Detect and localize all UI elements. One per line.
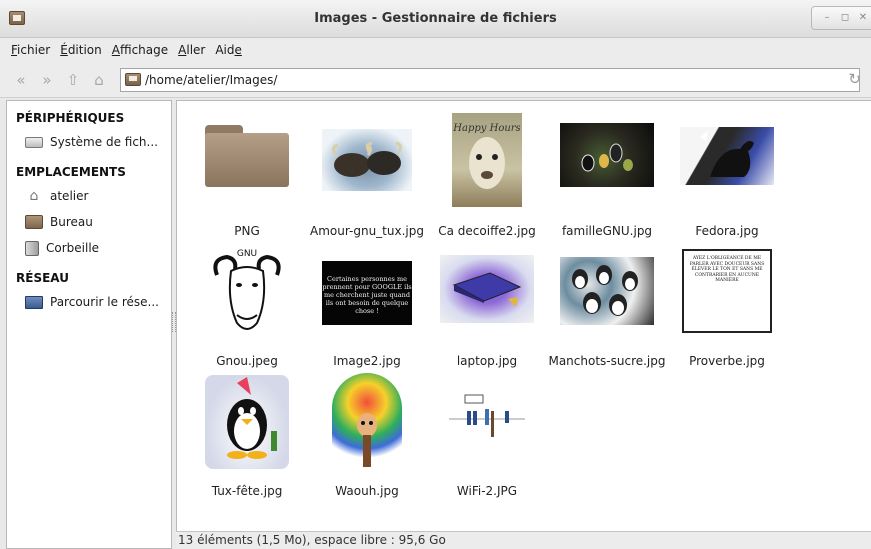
file-item-gnou[interactable]: GNU Gnou.jpeg xyxy=(187,241,307,371)
menubar: Fichier Édition Affichage Aller Aide xyxy=(0,38,871,62)
file-label: Gnou.jpeg xyxy=(216,354,278,368)
file-label: laptop.jpg xyxy=(456,354,518,368)
window-controls: – ◻ ✕ xyxy=(811,6,871,30)
drive-icon xyxy=(25,136,43,148)
image-thumbnail xyxy=(322,129,412,191)
file-item-famillegnu[interactable]: familleGNU.jpg xyxy=(547,111,667,241)
sidebar-heading-reseau: RÉSEAU xyxy=(16,271,69,285)
image-thumbnail: AYEZ L'OBLIGEANCE DE ME PARLER AVEC DOUC… xyxy=(682,249,772,333)
image-thumbnail xyxy=(680,127,774,185)
image-overlay-text: Certaines personnes me prennent pour GOO… xyxy=(322,275,412,315)
svg-text:Happy Hours: Happy Hours xyxy=(452,123,520,134)
file-label: Tux-fête.jpg xyxy=(211,484,283,498)
status-bar: 13 éléments (1,5 Mo), espace libre : 95,… xyxy=(176,531,871,549)
file-label: PNG xyxy=(234,224,260,238)
network-icon xyxy=(25,295,43,309)
file-label: Amour-gnu_tux.jpg xyxy=(310,224,424,238)
file-icon-view[interactable]: PNG Amour-gnu_tux.jpg Happy Hours Ca dec… xyxy=(176,100,871,531)
image-overlay-text: AYEZ L'OBLIGEANCE DE ME PARLER AVEC DOUC… xyxy=(689,256,765,283)
file-item-proverbe[interactable]: AYEZ L'OBLIGEANCE DE ME PARLER AVEC DOUC… xyxy=(667,241,787,371)
folder-icon xyxy=(125,73,141,86)
home-icon: ⌂ xyxy=(29,188,39,204)
menu-affichage[interactable]: Affichage xyxy=(107,43,173,57)
file-item-waouh[interactable]: Waouh.jpg xyxy=(307,371,427,501)
desktop-folder-icon xyxy=(25,215,43,229)
menu-aide[interactable]: Aide xyxy=(210,43,247,57)
folder-icon xyxy=(205,125,289,187)
sidebar-item-atelier[interactable]: ⌂ atelier xyxy=(7,183,171,209)
file-item-amour-gnu-tux[interactable]: Amour-gnu_tux.jpg xyxy=(307,111,427,241)
file-item-manchots-sucre[interactable]: Manchots-sucre.jpg xyxy=(547,241,667,371)
window-title: Images - Gestionnaire de fichiers xyxy=(314,11,557,26)
close-button[interactable]: ✕ xyxy=(856,11,870,25)
window-titlebar[interactable]: Images - Gestionnaire de fichiers – ◻ ✕ xyxy=(0,0,871,38)
sidebar-item-network[interactable]: Parcourir le rése... xyxy=(7,289,171,315)
sidebar-item-corbeille[interactable]: Corbeille xyxy=(7,235,171,261)
file-label: Waouh.jpg xyxy=(335,484,399,498)
reload-icon[interactable]: ↻ xyxy=(848,70,861,88)
sidebar-heading-peripheriques: PÉRIPHÉRIQUES xyxy=(16,111,125,125)
navigation-toolbar: « » ⇧ ⌂ /home/atelier/Images/ ↻ xyxy=(0,62,871,98)
image-thumbnail xyxy=(440,255,534,323)
file-label: Proverbe.jpg xyxy=(689,354,765,368)
sidebar-item-filesystem[interactable]: Système de fich... xyxy=(7,129,171,155)
file-label: Fedora.jpg xyxy=(695,224,759,238)
trash-icon xyxy=(25,240,39,256)
file-item-wifi-2[interactable]: WiFi-2.JPG xyxy=(427,371,547,501)
file-item-laptop[interactable]: laptop.jpg xyxy=(427,241,547,371)
location-bar[interactable]: /home/atelier/Images/ ↻ xyxy=(120,67,861,92)
file-item-image2[interactable]: Certaines personnes me prennent pour GOO… xyxy=(307,241,427,371)
up-icon[interactable]: ⇧ xyxy=(62,69,84,91)
image-thumbnail xyxy=(560,257,654,325)
image-thumbnail xyxy=(332,373,402,471)
image-thumbnail: Happy Hours xyxy=(452,113,522,207)
file-label: Image2.jpg xyxy=(333,354,401,368)
file-item-png[interactable]: PNG xyxy=(187,111,307,241)
maximize-button[interactable]: ◻ xyxy=(838,11,852,25)
image-thumbnail: GNU xyxy=(207,245,287,337)
sidebar-item-bureau[interactable]: Bureau xyxy=(7,209,171,235)
back-icon[interactable]: « xyxy=(10,69,32,91)
menu-edition[interactable]: Édition xyxy=(55,43,107,57)
file-label: familleGNU.jpg xyxy=(561,224,653,238)
file-label: Ca decoiffe2.jpg xyxy=(438,224,536,238)
file-label: WiFi-2.JPG xyxy=(456,484,518,498)
image-thumbnail xyxy=(560,123,654,187)
minimize-button[interactable]: – xyxy=(820,11,834,25)
forward-icon[interactable]: » xyxy=(36,69,58,91)
image-thumbnail: Certaines personnes me prennent pour GOO… xyxy=(322,261,412,325)
file-item-tux-fete[interactable]: Tux-fête.jpg xyxy=(187,371,307,501)
file-item-ca-decoiffe2[interactable]: Happy Hours Ca decoiffe2.jpg xyxy=(427,111,547,241)
location-path: /home/atelier/Images/ xyxy=(145,72,278,87)
image-thumbnail xyxy=(205,375,289,469)
sidebar-heading-emplacements: EMPLACEMENTS xyxy=(16,165,126,179)
file-item-fedora[interactable]: Fedora.jpg xyxy=(667,111,787,241)
menu-aller[interactable]: Aller xyxy=(173,43,210,57)
svg-text:GNU: GNU xyxy=(237,249,257,259)
image-thumbnail xyxy=(445,389,529,447)
sidebar: PÉRIPHÉRIQUES Système de fich... EMPLACE… xyxy=(6,100,172,549)
menu-fichier[interactable]: Fichier xyxy=(6,43,55,57)
home-icon[interactable]: ⌂ xyxy=(88,69,110,91)
file-label: Manchots-sucre.jpg xyxy=(548,354,666,368)
